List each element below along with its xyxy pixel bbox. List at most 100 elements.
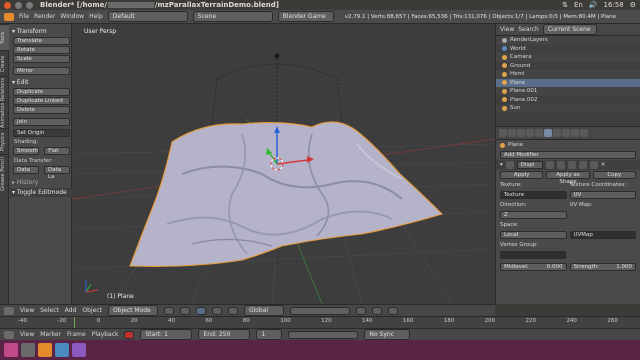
layout-select[interactable]: Default	[107, 11, 188, 22]
add-modifier-dropdown[interactable]: Add Modifier	[500, 151, 636, 159]
tab-animation[interactable]: Animation	[0, 102, 9, 128]
menu-add[interactable]: Add	[65, 307, 77, 314]
menu-view[interactable]: View	[20, 307, 34, 314]
collapse-icon[interactable]: ▾	[500, 162, 503, 168]
menu-file[interactable]: File	[19, 13, 29, 20]
tab-grease-pencil[interactable]: Grease Pencil	[0, 154, 9, 194]
outliner-row-active[interactable]: Plane	[496, 78, 640, 87]
copy-button[interactable]: Copy	[592, 171, 636, 179]
close-window-icon[interactable]	[4, 1, 11, 9]
app-icon[interactable]	[55, 343, 69, 357]
flat-button[interactable]: Flat	[44, 147, 70, 155]
outliner-row[interactable]: RenderLayers	[496, 36, 640, 45]
material-tab-icon[interactable]	[562, 129, 570, 137]
texture-tab-icon[interactable]	[571, 129, 579, 137]
move-up-icon[interactable]	[578, 161, 587, 169]
outliner-row[interactable]: Camera	[496, 53, 640, 62]
tab-tools[interactable]: Tools	[0, 24, 9, 50]
vertex-group-field[interactable]	[500, 251, 566, 259]
modifiers-tab-icon[interactable]	[544, 129, 552, 137]
translate-button[interactable]: Translate	[13, 37, 70, 45]
menu-playback[interactable]: Playback	[92, 331, 119, 338]
end-frame-field[interactable]: End: 250	[198, 329, 251, 340]
volume-icon[interactable]: 🔊	[589, 1, 598, 9]
lock-icon[interactable]	[355, 306, 366, 315]
apply-button[interactable]: Apply	[500, 171, 544, 179]
rotate-button[interactable]: Rotate	[13, 46, 70, 54]
shading-mode-icon[interactable]	[163, 306, 174, 315]
object-tab-icon[interactable]	[526, 129, 534, 137]
menu-marker[interactable]: Marker	[40, 331, 61, 338]
mirror-button[interactable]: Mirror	[13, 67, 70, 75]
render-tab-icon[interactable]	[499, 129, 507, 137]
mode-select[interactable]: Object Mode	[107, 305, 158, 316]
settings-icon[interactable]: ⚙	[630, 1, 636, 9]
texture-coords-select[interactable]: UV	[569, 191, 636, 199]
render-toggle-icon[interactable]	[556, 161, 565, 169]
modifier-name-field[interactable]: Displ	[516, 161, 543, 169]
space-select[interactable]: Local	[500, 231, 567, 239]
data-layout-button[interactable]: Data La	[44, 166, 70, 180]
rotate-manipulator-icon[interactable]	[227, 306, 238, 315]
lamp-object[interactable]	[274, 53, 280, 59]
menu-view[interactable]: View	[20, 331, 34, 338]
join-button[interactable]: Join	[13, 118, 70, 126]
record-icon[interactable]	[124, 330, 135, 339]
edit-header[interactable]: ▾ Edit	[12, 79, 72, 86]
current-frame-field[interactable]: 1	[256, 329, 283, 340]
dash-icon[interactable]	[4, 343, 18, 357]
tab-create[interactable]: Create	[0, 50, 9, 76]
editor-type-icon[interactable]	[4, 12, 14, 21]
outliner-row[interactable]: Plane.002	[496, 96, 640, 105]
set-origin-dropdown[interactable]: Set Origin	[13, 129, 70, 137]
3d-viewport[interactable]	[72, 24, 495, 304]
close-icon[interactable]: ✕	[601, 162, 606, 168]
outliner-row[interactable]: Plane.001	[496, 87, 640, 96]
manipulator-toggle-icon[interactable]	[195, 306, 206, 315]
texture-field[interactable]: Texture	[500, 191, 567, 199]
scene-tab-icon[interactable]	[508, 129, 516, 137]
history-header[interactable]: ▸ History	[12, 179, 72, 186]
scene-select[interactable]: Scene	[192, 11, 273, 22]
menu-window[interactable]: Window	[60, 13, 84, 20]
scale-button[interactable]: Scale	[13, 55, 70, 63]
outliner-row[interactable]: Sun	[496, 104, 640, 113]
engine-select[interactable]: Blender Game	[277, 11, 334, 22]
physics-tab-icon[interactable]	[580, 129, 588, 137]
terrain-mesh[interactable]	[129, 121, 444, 267]
translate-manipulator-icon[interactable]	[211, 306, 222, 315]
network-icon[interactable]: ⇅	[562, 1, 568, 9]
transform-header[interactable]: ▾ Transform	[12, 28, 72, 35]
minimize-window-icon[interactable]	[15, 1, 22, 9]
menu-frame[interactable]: Frame	[67, 331, 86, 338]
duplicate-linked-button[interactable]: Duplicate Linked	[13, 97, 70, 105]
tab-relations[interactable]: Relations	[0, 76, 9, 102]
render-icon[interactable]	[387, 306, 398, 315]
viewport-canvas[interactable]	[72, 24, 495, 304]
app-icon[interactable]	[72, 343, 86, 357]
orientation-select[interactable]: Global	[243, 305, 284, 316]
apply-as-shape-button[interactable]: Apply as Shape	[546, 171, 590, 185]
midlevel-field[interactable]: Midlevel: 0.000	[500, 263, 567, 271]
move-down-icon[interactable]	[589, 161, 598, 169]
language-indicator[interactable]: En	[574, 1, 583, 9]
maximize-window-icon[interactable]	[26, 1, 33, 9]
editor-type-icon[interactable]	[4, 306, 14, 315]
uvmap-field[interactable]: UVMap	[569, 231, 636, 239]
delete-button[interactable]: Delete	[13, 106, 70, 114]
pivot-point-icon[interactable]	[179, 306, 190, 315]
world-tab-icon[interactable]	[517, 129, 525, 137]
playback-controls[interactable]	[288, 330, 359, 339]
outliner-scope-select[interactable]: Current Scene	[542, 24, 597, 35]
smooth-button[interactable]: Smooth	[13, 147, 40, 155]
tab-physics[interactable]: Physics	[0, 128, 9, 154]
sync-select[interactable]: No Sync	[364, 329, 411, 340]
toggle-editmode-header[interactable]: ▾ Toggle Editmode	[10, 188, 72, 197]
outliner[interactable]: View Search Current Scene RenderLayers W…	[495, 24, 640, 126]
menu-search[interactable]: Search	[518, 26, 539, 33]
editor-type-icon[interactable]	[4, 330, 14, 339]
menu-help[interactable]: Help	[89, 13, 103, 20]
constraints-tab-icon[interactable]	[535, 129, 543, 137]
menu-object[interactable]: Object	[82, 307, 102, 314]
outliner-row[interactable]: World	[496, 45, 640, 54]
